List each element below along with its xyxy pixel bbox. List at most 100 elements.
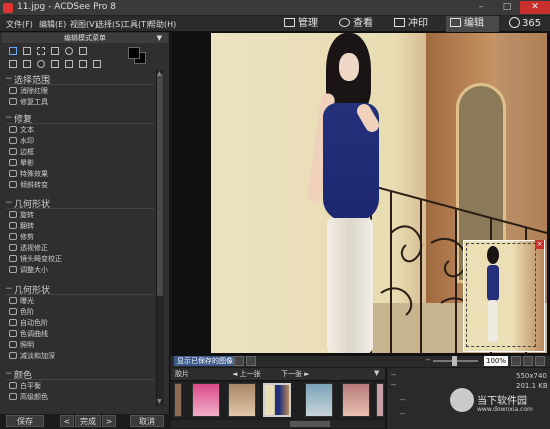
filmstrip-label: 胶片 — [175, 370, 189, 378]
filmstrip-scrollbar[interactable] — [171, 420, 385, 428]
item-whitebalance[interactable]: 白平衡 — [20, 381, 41, 391]
item-perspective[interactable]: 透视修正 — [20, 243, 48, 253]
minimize-button[interactable]: – — [468, 1, 494, 14]
navigator-viewport[interactable] — [466, 243, 536, 347]
foreground-color-swatch[interactable] — [128, 47, 140, 59]
panel-header-label: 编辑模式菜单 — [64, 34, 106, 42]
zoom-dropdown-icon[interactable] — [511, 356, 521, 366]
item-text[interactable]: 文本 — [20, 125, 34, 135]
vignette-icon — [9, 159, 17, 166]
collapse-icon[interactable]: − — [5, 284, 13, 294]
collapse-icon[interactable]: − — [5, 369, 13, 379]
info-field: -- — [391, 371, 397, 379]
move-tool-icon[interactable] — [23, 47, 31, 55]
mode-tab-edit[interactable]: 编辑 — [446, 16, 499, 32]
filmstrip-thumb[interactable] — [174, 383, 182, 417]
item-advcolor[interactable]: 高级颜色 — [20, 392, 48, 402]
show-saved-button[interactable]: 显示已保存的图像 — [174, 356, 236, 366]
item-effects[interactable]: 特殊效果 — [20, 169, 48, 179]
filmstrip-scroll-thumb[interactable] — [290, 421, 330, 427]
chevron-down-icon[interactable]: ▼ — [374, 369, 379, 377]
next-button[interactable]: > — [102, 415, 116, 427]
item-levels[interactable]: 色阶 — [20, 307, 34, 317]
filmstrip-thumb[interactable] — [192, 383, 220, 417]
rect-tool-icon[interactable] — [51, 60, 59, 68]
close-button[interactable]: ✕ — [520, 1, 550, 14]
counter-label: 365 — [522, 18, 542, 29]
filmstrip-thumb[interactable] — [228, 383, 256, 417]
zoom-out-icon[interactable]: − — [425, 356, 431, 364]
item-autolevels[interactable]: 自动色阶 — [20, 318, 48, 328]
collapse-icon[interactable]: − — [5, 113, 13, 123]
split-icon[interactable] — [246, 356, 256, 366]
item-tiltshift[interactable]: 倾斜转变 — [20, 180, 48, 190]
collapse-icon[interactable]: − — [5, 74, 13, 84]
item-redeye[interactable]: 消除红眼 — [20, 86, 48, 96]
prev-button[interactable]: < — [60, 415, 74, 427]
item-exposure[interactable]: 曝光 — [20, 296, 34, 306]
item-vignette[interactable]: 晕影 — [20, 158, 34, 168]
fit-view-icon[interactable] — [523, 356, 533, 366]
marquee-tool-icon[interactable] — [37, 47, 45, 55]
pencil-tool-icon[interactable] — [9, 60, 17, 68]
zoom-value[interactable]: 100% — [484, 356, 508, 366]
menu-select[interactable]: 选择(S) — [96, 19, 123, 30]
item-lens[interactable]: 镜头畸变校正 — [20, 254, 62, 264]
item-flip[interactable]: 翻转 — [20, 221, 34, 231]
item-rotate[interactable]: 旋转 — [20, 210, 34, 220]
clock-icon — [509, 17, 520, 28]
filmstrip-next-button[interactable]: 下一张 ► — [281, 369, 310, 379]
maximize-button[interactable]: □ — [494, 1, 520, 14]
collapse-icon[interactable]: − — [5, 198, 13, 208]
divider — [6, 123, 154, 124]
advcolor-icon — [9, 393, 17, 400]
panel-scroll-thumb[interactable] — [157, 74, 163, 296]
ellipse-tool-icon[interactable] — [37, 60, 45, 68]
item-curves[interactable]: 色调曲线 — [20, 329, 48, 339]
filmstrip-thumb[interactable] — [342, 383, 370, 417]
brush-tool-icon[interactable] — [23, 60, 31, 68]
mode-tab-manage[interactable]: 管理 — [280, 16, 318, 32]
tiltshift-icon — [9, 181, 17, 188]
item-lighting[interactable]: 照明 — [20, 340, 34, 350]
scroll-down-icon[interactable]: ▼ — [157, 398, 162, 405]
photo-person-legs — [327, 218, 373, 353]
actual-size-icon[interactable] — [535, 356, 545, 366]
item-dodgeburn[interactable]: 减淡和加深 — [20, 351, 55, 361]
filmstrip-prev-button[interactable]: ◄ 上一张 — [232, 369, 261, 379]
mode-tab-develop[interactable]: 冲印 — [390, 16, 428, 32]
wand-tool-icon[interactable] — [51, 47, 59, 55]
filmstrip-thumb-selected[interactable] — [263, 383, 291, 417]
item-border[interactable]: 边框 — [20, 147, 34, 157]
text-icon — [9, 126, 17, 133]
menu-edit[interactable]: 编辑(E) — [39, 19, 66, 30]
item-crop[interactable]: 修剪 — [20, 232, 34, 242]
panel-header[interactable]: 编辑模式菜单 ▼ — [2, 33, 168, 43]
watermark-logo-icon — [450, 388, 474, 412]
lasso-tool-icon[interactable] — [65, 47, 73, 55]
menu-file[interactable]: 文件(F) — [6, 19, 33, 30]
item-resize[interactable]: 调整大小 — [20, 265, 48, 275]
polygon-tool-icon[interactable] — [93, 60, 101, 68]
arrow-tool-icon[interactable] — [79, 60, 87, 68]
menu-tools[interactable]: 工具(T) — [122, 19, 149, 30]
compare-icon[interactable] — [234, 356, 244, 366]
divider — [6, 379, 154, 380]
done-button[interactable]: 完成 — [75, 415, 101, 427]
menu-help[interactable]: 帮助(H) — [148, 19, 176, 30]
item-watermark[interactable]: 水印 — [20, 136, 34, 146]
counter-365[interactable]: 365 — [505, 16, 541, 32]
zoom-slider-knob[interactable] — [452, 356, 457, 366]
scroll-up-icon[interactable]: ▲ — [157, 70, 162, 77]
cancel-button[interactable]: 取消 — [130, 415, 164, 427]
select-tool-icon[interactable] — [9, 47, 17, 55]
line-tool-icon[interactable] — [65, 60, 73, 68]
mode-tab-view[interactable]: 查看 — [335, 16, 373, 32]
item-repair[interactable]: 修复工具 — [20, 97, 48, 107]
close-icon[interactable]: × — [535, 240, 544, 249]
filmstrip-thumb[interactable] — [376, 383, 384, 417]
picker-tool-icon[interactable] — [79, 47, 87, 55]
save-button[interactable]: 保存 — [6, 415, 44, 427]
filmstrip-thumb[interactable] — [305, 383, 333, 417]
menu-view[interactable]: 视图(V) — [70, 19, 98, 30]
